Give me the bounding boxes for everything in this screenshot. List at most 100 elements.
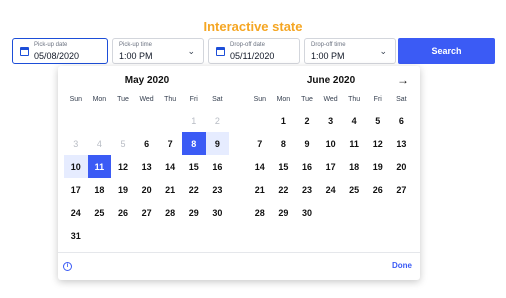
day-cell[interactable]: 16 <box>295 155 319 178</box>
day-cell[interactable]: 4 <box>342 109 366 132</box>
day-cell[interactable]: 17 <box>64 178 88 201</box>
day-cell[interactable]: 23 <box>295 178 319 201</box>
day-cell[interactable]: 21 <box>158 178 182 201</box>
empty-day-cell <box>158 109 182 132</box>
dropoff-date-field[interactable]: Drop-off date 05/11/2020 <box>208 38 300 64</box>
day-cell[interactable]: 6 <box>390 109 414 132</box>
day-cell[interactable]: 7 <box>158 132 182 155</box>
month-may: May 2020 Sun Mon Tue Wed Thu Fri Sat 123456789… <box>64 74 230 247</box>
empty-day-cell <box>88 224 112 247</box>
weekday-label: Sun <box>253 96 267 103</box>
day-cell[interactable]: 27 <box>135 201 159 224</box>
chevron-down-icon: ⌄ <box>379 46 387 56</box>
day-cell[interactable]: 11 <box>87 155 112 178</box>
empty-day-cell <box>319 201 343 224</box>
day-cell[interactable]: 14 <box>158 155 182 178</box>
day-cell[interactable]: 14 <box>248 155 272 178</box>
day-cell: 5 <box>120 138 126 149</box>
day-cell[interactable]: 25 <box>342 178 366 201</box>
weekday-label: Thu <box>348 96 361 103</box>
day-cell[interactable]: 9 <box>205 132 230 155</box>
day-cell[interactable]: 12 <box>111 155 135 178</box>
day-cell[interactable]: 6 <box>135 132 159 155</box>
empty-day-cell <box>64 109 88 132</box>
day-cell[interactable]: 17 <box>319 155 343 178</box>
weekday-header: Sun Mon Tue Wed Thu Fri Sat <box>248 94 414 105</box>
day-cell[interactable]: 2 <box>295 109 319 132</box>
day-cell[interactable]: 8 <box>272 132 296 155</box>
done-button[interactable]: Done <box>392 261 412 270</box>
info-icon[interactable]: i <box>63 262 72 271</box>
day-cell[interactable]: 24 <box>319 178 343 201</box>
day-cell[interactable]: 23 <box>206 178 230 201</box>
search-button[interactable]: Search <box>398 38 495 64</box>
day-cell: 1 <box>191 115 197 126</box>
empty-day-cell <box>390 201 414 224</box>
day-cell[interactable]: 29 <box>272 201 296 224</box>
pickup-date-field[interactable]: Pick-up date 05/08/2020 <box>12 38 108 64</box>
day-cell[interactable]: 21 <box>248 178 272 201</box>
empty-day-cell <box>366 201 390 224</box>
weekday-label: Tue <box>117 96 129 103</box>
day-cell[interactable]: 7 <box>248 132 272 155</box>
day-cell[interactable]: 29 <box>182 201 206 224</box>
day-cell[interactable]: 13 <box>390 132 414 155</box>
day-cell[interactable]: 5 <box>366 109 390 132</box>
day-cell[interactable]: 3 <box>319 109 343 132</box>
day-cell[interactable]: 12 <box>366 132 390 155</box>
day-cell[interactable]: 8 <box>181 132 206 155</box>
day-grid: 1 2 3 4 5 6 7 8 9 10 11 12 13 14 15 16 17 18 19 20 21 22 23 24 2… <box>64 109 230 247</box>
pickup-time-select[interactable]: Pick-up time 1:00 PM ⌄ <box>112 38 204 64</box>
day-cell[interactable]: 1 <box>272 109 296 132</box>
day-cell[interactable]: 18 <box>342 155 366 178</box>
day-cell[interactable]: 31 <box>64 224 88 247</box>
arrow-right-icon[interactable]: → <box>397 72 409 88</box>
dropoff-time-select[interactable]: Drop-off time 1:00 PM ⌄ <box>304 38 396 64</box>
day-cell[interactable]: 26 <box>111 201 135 224</box>
day-cell[interactable]: 11 <box>342 132 366 155</box>
day-cell[interactable]: 19 <box>111 178 135 201</box>
day-cell[interactable]: 15 <box>182 155 206 178</box>
empty-day-cell <box>135 109 159 132</box>
empty-day-cell <box>135 224 159 247</box>
day-cell[interactable]: 15 <box>272 155 296 178</box>
weekday-label: Mon <box>92 96 107 103</box>
day-cell[interactable]: 28 <box>158 201 182 224</box>
day-cell[interactable]: 27 <box>390 178 414 201</box>
day-cell[interactable]: 22 <box>272 178 296 201</box>
dropoff-date-value: 05/11/2020 <box>230 51 275 61</box>
pickup-date-value: 05/08/2020 <box>34 51 80 61</box>
day-cell[interactable]: 20 <box>390 155 414 178</box>
day-cell[interactable]: 16 <box>206 155 230 178</box>
day-cell[interactable]: 20 <box>135 178 159 201</box>
weekday-label: Sun <box>69 96 83 103</box>
empty-day-cell <box>88 109 112 132</box>
day-cell[interactable]: 30 <box>295 201 319 224</box>
weekday-label: Wed <box>139 96 154 103</box>
day-cell[interactable]: 30 <box>206 201 230 224</box>
month-title: May 2020 <box>124 75 170 86</box>
day-cell[interactable]: 9 <box>295 132 319 155</box>
day-cell[interactable]: 26 <box>366 178 390 201</box>
empty-day-cell <box>206 224 230 247</box>
day-cell[interactable]: 10 <box>64 155 88 178</box>
day-cell[interactable]: 19 <box>366 155 390 178</box>
day-cell[interactable]: 28 <box>248 201 272 224</box>
day-cell[interactable]: 24 <box>64 201 88 224</box>
empty-day-cell <box>111 224 135 247</box>
pickup-date-label: Pick-up date <box>34 42 68 48</box>
weekday-label: Wed <box>323 96 338 103</box>
weekday-label: Fri <box>373 96 382 103</box>
picker-footer: i Done <box>58 252 420 280</box>
day-cell[interactable]: 22 <box>182 178 206 201</box>
weekday-label: Mon <box>276 96 291 103</box>
day-cell[interactable]: 25 <box>88 201 112 224</box>
empty-day-cell <box>248 109 272 132</box>
day-cell[interactable]: 13 <box>135 155 159 178</box>
month-june: June 2020 Sun Mon Tue Wed Thu Fri Sat 12345678… <box>248 74 414 224</box>
day-cell[interactable]: 18 <box>88 178 112 201</box>
weekday-label: Fri <box>189 96 198 103</box>
empty-day-cell <box>342 201 366 224</box>
day-cell[interactable]: 10 <box>319 132 343 155</box>
empty-day-cell <box>182 224 206 247</box>
